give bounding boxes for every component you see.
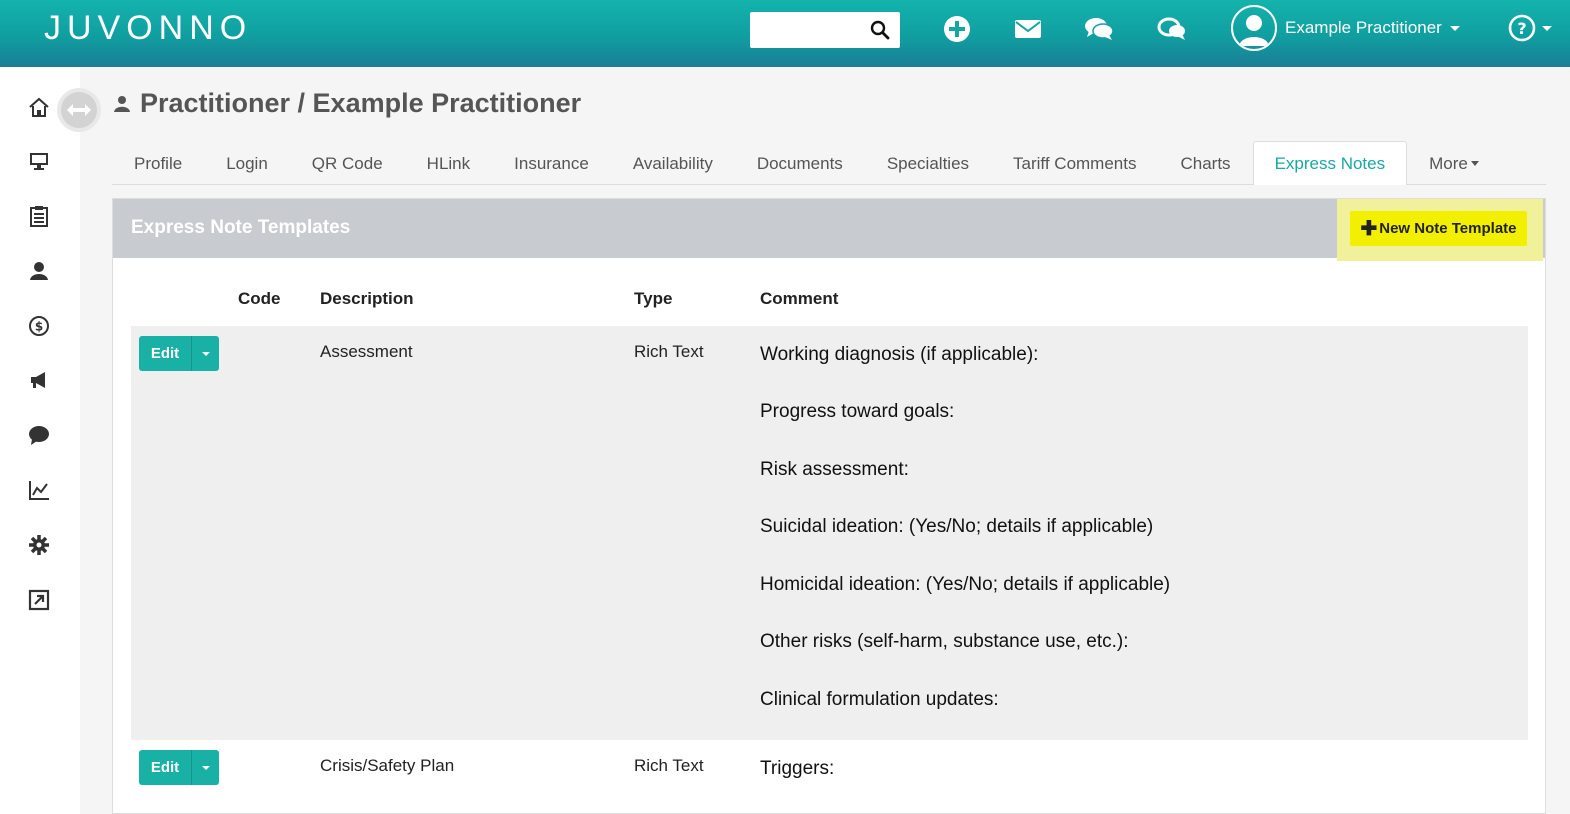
cell-description: Crisis/Safety Plan bbox=[320, 756, 455, 775]
tab-more-label: More bbox=[1429, 153, 1468, 173]
comment-line: Suicidal ideation: (Yes/No; details if a… bbox=[760, 516, 1154, 537]
comment-line: Clinical formulation updates: bbox=[760, 689, 999, 710]
tab-profile[interactable]: Profile bbox=[112, 141, 204, 185]
search-box bbox=[750, 12, 900, 48]
column-header-code: Code bbox=[238, 289, 281, 308]
edit-button-label: Edit bbox=[150, 759, 180, 776]
column-header-comment: Comment bbox=[760, 289, 839, 308]
column-header-description: Description bbox=[320, 289, 414, 308]
user-icon bbox=[114, 95, 130, 112]
column-header-type: Type bbox=[634, 289, 673, 308]
panel-title: Express Note Templates bbox=[131, 217, 351, 238]
express-note-templates-panel: Express Note Templates ✚ New Note Templa… bbox=[112, 198, 1546, 814]
tab-more[interactable]: More bbox=[1407, 141, 1501, 185]
cell-type: Rich Text bbox=[634, 342, 704, 361]
edit-dropdown-toggle[interactable] bbox=[191, 750, 219, 785]
new-note-template-button[interactable]: ✚ New Note Template bbox=[1350, 211, 1527, 246]
clipboard-icon[interactable] bbox=[27, 204, 51, 228]
edit-dropdown-toggle[interactable] bbox=[191, 336, 219, 371]
comment-line: Risk assessment: bbox=[760, 459, 909, 480]
chat-alt-icon[interactable] bbox=[1157, 14, 1187, 44]
monitor-icon[interactable] bbox=[27, 149, 51, 173]
tab-documents[interactable]: Documents bbox=[735, 141, 865, 185]
line-chart-icon[interactable] bbox=[27, 478, 51, 502]
tab-login[interactable]: Login bbox=[204, 141, 290, 185]
home-icon[interactable] bbox=[27, 95, 51, 119]
search-icon[interactable] bbox=[870, 20, 890, 40]
table-row: Edit Assessment Rich Text Working diagno… bbox=[131, 326, 1528, 740]
tab-charts[interactable]: Charts bbox=[1158, 141, 1252, 185]
envelope-icon[interactable] bbox=[1013, 14, 1043, 44]
comment-line: Other risks (self-harm, substance use, e… bbox=[760, 631, 1129, 652]
panel-header: Express Note Templates ✚ New Note Templa… bbox=[113, 199, 1545, 261]
chevron-down-icon bbox=[1449, 25, 1460, 31]
sidebar: $ bbox=[0, 67, 80, 814]
megaphone-icon[interactable] bbox=[27, 368, 51, 392]
page-title: Practitioner / Example Practitioner bbox=[112, 88, 581, 119]
svg-text:$: $ bbox=[35, 320, 43, 334]
tab-specialties[interactable]: Specialties bbox=[865, 141, 991, 185]
tab-bar: Profile Login QR Code HLink Insurance Av… bbox=[112, 141, 1546, 185]
tab-availability[interactable]: Availability bbox=[611, 141, 735, 185]
user-icon[interactable] bbox=[27, 259, 51, 283]
cell-description: Assessment bbox=[320, 342, 413, 361]
chevron-down-icon bbox=[1542, 25, 1552, 31]
comment-line: Homicidal ideation: (Yes/No; details if … bbox=[760, 574, 1171, 595]
edit-button[interactable]: Edit bbox=[139, 750, 219, 785]
chevron-down-icon bbox=[201, 351, 210, 356]
plus-circle-icon[interactable] bbox=[942, 14, 972, 44]
table-row: Edit Crisis/Safety Plan Rich Text Trigge… bbox=[131, 740, 1528, 814]
help-menu[interactable]: ? bbox=[1508, 14, 1552, 42]
comment-line: Progress toward goals: bbox=[760, 401, 955, 422]
new-note-template-label: New Note Template bbox=[1379, 220, 1517, 237]
cell-type: Rich Text bbox=[634, 756, 704, 775]
dollar-icon[interactable]: $ bbox=[27, 314, 51, 338]
plus-icon: ✚ bbox=[1360, 217, 1378, 240]
top-navbar: JUVONNO Example Practitioner ? bbox=[0, 0, 1570, 67]
chevron-down-icon bbox=[1470, 161, 1479, 166]
edit-button[interactable]: Edit bbox=[139, 336, 219, 371]
tab-qr-code[interactable]: QR Code bbox=[290, 141, 405, 185]
sidebar-toggle-button[interactable] bbox=[57, 88, 101, 132]
edit-button-label: Edit bbox=[150, 345, 180, 362]
chat-bubble-icon[interactable] bbox=[27, 423, 51, 447]
svg-text:?: ? bbox=[1517, 19, 1526, 38]
avatar bbox=[1231, 5, 1277, 51]
search-input[interactable] bbox=[750, 12, 860, 48]
comments-icon[interactable] bbox=[1084, 14, 1114, 44]
arrows-horizontal-icon bbox=[67, 104, 91, 116]
chevron-down-icon bbox=[201, 765, 210, 770]
table-header: Code Description Type Comment bbox=[113, 289, 1545, 313]
tab-express-notes[interactable]: Express Notes bbox=[1252, 141, 1408, 185]
user-name: Example Practitioner bbox=[1285, 18, 1442, 37]
page-title-text: Practitioner / Example Practitioner bbox=[140, 88, 582, 118]
tab-tariff-comments[interactable]: Tariff Comments bbox=[991, 141, 1158, 185]
tab-insurance[interactable]: Insurance bbox=[492, 141, 611, 185]
comment-line: Working diagnosis (if applicable): bbox=[760, 344, 1039, 365]
gear-icon[interactable] bbox=[27, 533, 51, 557]
tab-hlink[interactable]: HLink bbox=[405, 141, 492, 185]
external-link-icon[interactable] bbox=[27, 588, 51, 612]
app-logo[interactable]: JUVONNO bbox=[44, 10, 252, 46]
question-circle-icon: ? bbox=[1508, 14, 1536, 42]
user-menu[interactable]: Example Practitioner bbox=[1231, 5, 1460, 51]
comment-line: Triggers: bbox=[760, 758, 835, 779]
